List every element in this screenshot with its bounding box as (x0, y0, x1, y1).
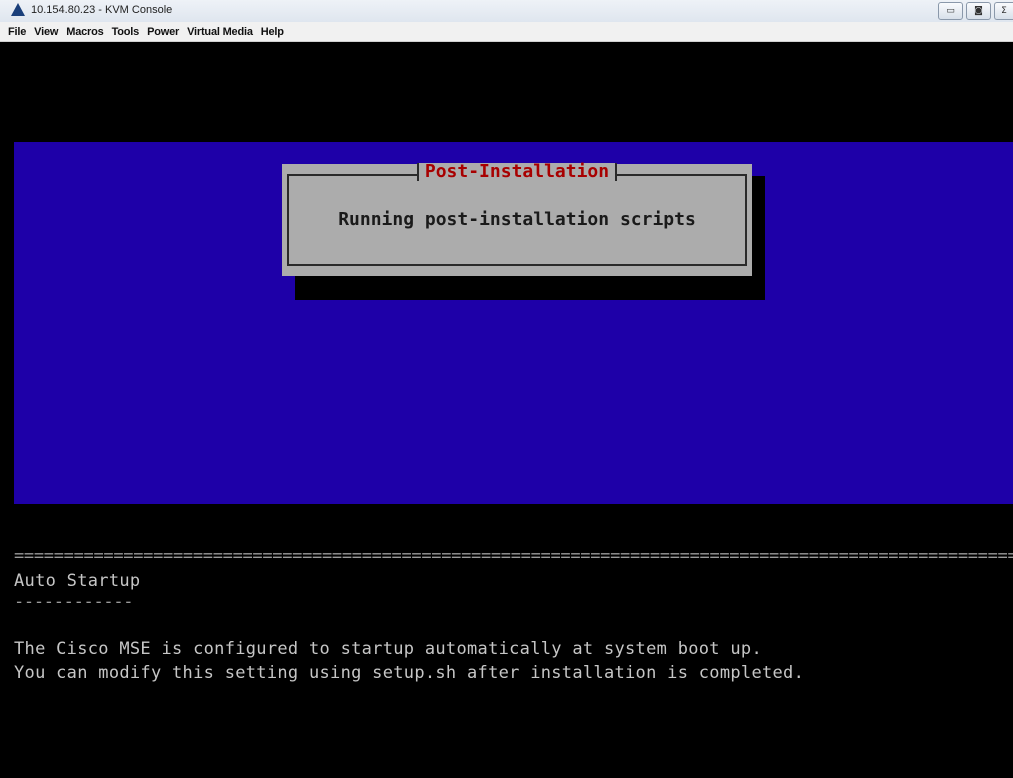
dialog-title-box: Post-Installation (416, 161, 618, 182)
menu-virtual-media[interactable]: Virtual Media (183, 26, 257, 38)
close-button[interactable]: Σ (994, 2, 1013, 20)
menu-bar: File View Macros Tools Power Virtual Med… (0, 22, 1013, 42)
menu-power[interactable]: Power (143, 26, 183, 38)
window-title: 10.154.80.23 - KVM Console (31, 4, 173, 16)
menu-macros[interactable]: Macros (62, 26, 107, 38)
terminal-separator: ========================================… (14, 546, 1013, 566)
minimize-button[interactable]: ▭ (938, 2, 963, 20)
window-titlebar[interactable]: 10.154.80.23 - KVM Console ▭ ◙ Σ (0, 0, 1013, 23)
menu-file[interactable]: File (4, 26, 30, 38)
terminal-heading-underline: ------------ (14, 592, 134, 612)
dialog-title: Post-Installation (424, 161, 610, 182)
dialog-title-wrap: Post-Installation (282, 163, 752, 182)
terminal-heading: Auto Startup (14, 571, 141, 591)
terminal-line: The Cisco MSE is configured to startup a… (14, 639, 762, 659)
menu-help[interactable]: Help (257, 26, 288, 38)
menu-view[interactable]: View (30, 26, 62, 38)
dialog-message: Running post-installation scripts (338, 209, 696, 230)
maximize-button[interactable]: ◙ (966, 2, 991, 20)
post-installation-dialog: Post-Installation Running post-installat… (282, 163, 752, 276)
kvm-console-screen[interactable]: Post-Installation Running post-installat… (14, 43, 1013, 778)
terminal-line: You can modify this setting using setup.… (14, 663, 805, 683)
menu-tools[interactable]: Tools (108, 26, 144, 38)
kvm-app-icon (11, 3, 25, 16)
window-controls: ▭ ◙ Σ (938, 2, 1013, 20)
